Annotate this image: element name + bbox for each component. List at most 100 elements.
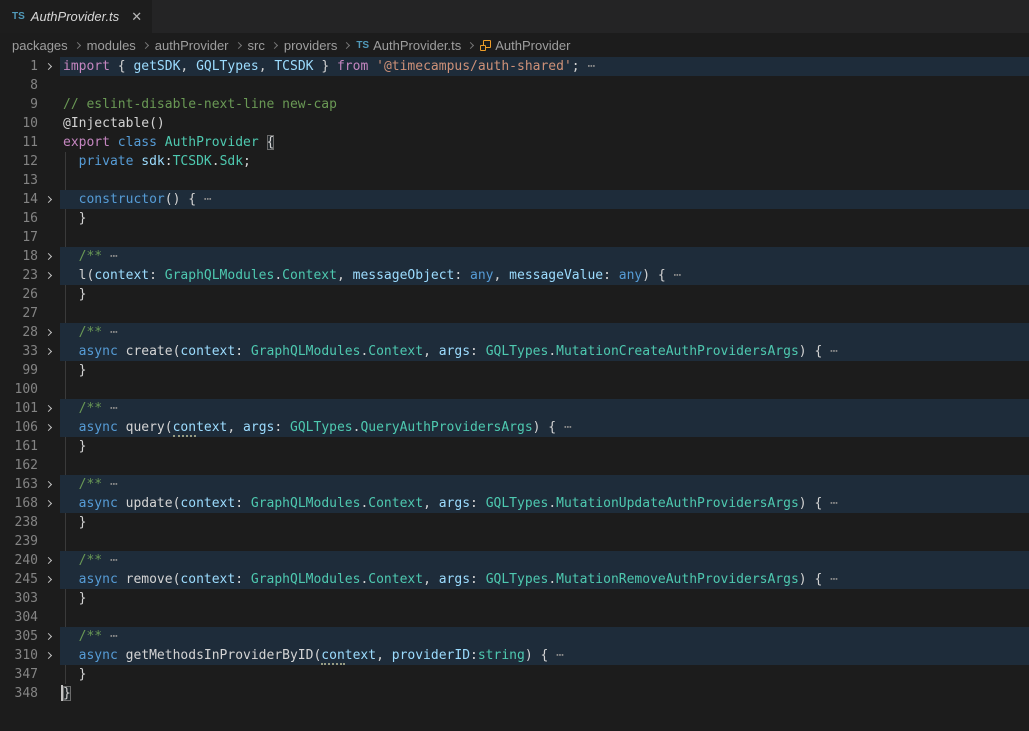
code-line-163[interactable]: 163 /** ⋯ <box>0 475 1029 494</box>
code-line-162[interactable]: 162 <box>0 456 1029 475</box>
code-line-26[interactable]: 26 } <box>0 285 1029 304</box>
code-line-17[interactable]: 17 <box>0 228 1029 247</box>
code-text[interactable] <box>60 608 1029 627</box>
code-line-304[interactable]: 304 <box>0 608 1029 627</box>
code-line-168[interactable]: 168 async update(context: GraphQLModules… <box>0 494 1029 513</box>
code-line-310[interactable]: 310 async getMethodsInProviderByID(conte… <box>0 646 1029 665</box>
fold-chevron-icon[interactable] <box>38 475 60 494</box>
fold-chevron-icon[interactable] <box>38 418 60 437</box>
code-text[interactable]: async query(context, args: GQLTypes.Quer… <box>60 418 1029 437</box>
fold-chevron-icon[interactable] <box>38 247 60 266</box>
folded-code-ellipsis[interactable]: ⋯ <box>102 325 118 340</box>
code-text[interactable]: @Injectable() <box>60 114 1029 133</box>
code-text[interactable]: } <box>60 513 1029 532</box>
code-text[interactable] <box>60 76 1029 95</box>
code-text[interactable] <box>60 456 1029 475</box>
code-text[interactable] <box>60 532 1029 551</box>
folded-code-ellipsis[interactable]: ⋯ <box>196 192 212 207</box>
folded-code-ellipsis[interactable]: ⋯ <box>822 572 838 587</box>
code-text[interactable]: async create(context: GraphQLModules.Con… <box>60 342 1029 361</box>
code-editor[interactable]: 1import { getSDK, GQLTypes, TCSDK } from… <box>0 57 1029 731</box>
code-line-1[interactable]: 1import { getSDK, GQLTypes, TCSDK } from… <box>0 57 1029 76</box>
tab-authprovider[interactable]: TS AuthProvider.ts ✕ <box>0 0 152 33</box>
breadcrumb-item-src[interactable]: src <box>248 38 265 53</box>
fold-chevron-icon[interactable] <box>38 494 60 513</box>
folded-code-ellipsis[interactable]: ⋯ <box>102 553 118 568</box>
code-text[interactable]: /** ⋯ <box>60 323 1029 342</box>
code-line-27[interactable]: 27 <box>0 304 1029 323</box>
code-text[interactable]: // eslint-disable-next-line new-cap <box>60 95 1029 114</box>
fold-chevron-icon[interactable] <box>38 57 60 76</box>
code-line-18[interactable]: 18 /** ⋯ <box>0 247 1029 266</box>
code-line-303[interactable]: 303 } <box>0 589 1029 608</box>
fold-chevron-icon[interactable] <box>38 551 60 570</box>
code-line-28[interactable]: 28 /** ⋯ <box>0 323 1029 342</box>
code-text[interactable]: } <box>60 684 1029 703</box>
code-line-16[interactable]: 16 } <box>0 209 1029 228</box>
fold-chevron-icon[interactable] <box>38 323 60 342</box>
code-text[interactable] <box>60 228 1029 247</box>
code-text[interactable] <box>60 171 1029 190</box>
code-text[interactable]: } <box>60 361 1029 380</box>
breadcrumb-item-providers[interactable]: providers <box>284 38 337 53</box>
folded-code-ellipsis[interactable]: ⋯ <box>666 268 682 283</box>
code-line-8[interactable]: 8 <box>0 76 1029 95</box>
code-line-11[interactable]: 11export class AuthProvider { <box>0 133 1029 152</box>
code-line-305[interactable]: 305 /** ⋯ <box>0 627 1029 646</box>
code-line-100[interactable]: 100 <box>0 380 1029 399</box>
breadcrumb-item-authprovider[interactable]: authProvider <box>155 38 229 53</box>
code-line-33[interactable]: 33 async create(context: GraphQLModules.… <box>0 342 1029 361</box>
breadcrumb-item-authprovider[interactable]: AuthProvider <box>480 38 570 53</box>
fold-chevron-icon[interactable] <box>38 190 60 209</box>
folded-code-ellipsis[interactable]: ⋯ <box>580 59 596 74</box>
code-text[interactable]: async getMethodsInProviderByID(context, … <box>60 646 1029 665</box>
code-text[interactable] <box>60 304 1029 323</box>
code-line-245[interactable]: 245 async remove(context: GraphQLModules… <box>0 570 1029 589</box>
code-text[interactable]: export class AuthProvider { <box>60 133 1029 152</box>
folded-code-ellipsis[interactable]: ⋯ <box>822 496 838 511</box>
fold-chevron-icon[interactable] <box>38 342 60 361</box>
code-text[interactable]: } <box>60 665 1029 684</box>
code-line-240[interactable]: 240 /** ⋯ <box>0 551 1029 570</box>
code-text[interactable]: /** ⋯ <box>60 399 1029 418</box>
folded-code-ellipsis[interactable]: ⋯ <box>102 401 118 416</box>
folded-code-ellipsis[interactable]: ⋯ <box>102 477 118 492</box>
fold-chevron-icon[interactable] <box>38 399 60 418</box>
code-text[interactable]: /** ⋯ <box>60 627 1029 646</box>
code-line-106[interactable]: 106 async query(context, args: GQLTypes.… <box>0 418 1029 437</box>
folded-code-ellipsis[interactable]: ⋯ <box>548 648 564 663</box>
code-line-10[interactable]: 10@Injectable() <box>0 114 1029 133</box>
code-text[interactable]: /** ⋯ <box>60 551 1029 570</box>
code-line-161[interactable]: 161 } <box>0 437 1029 456</box>
folded-code-ellipsis[interactable]: ⋯ <box>556 420 572 435</box>
code-text[interactable]: } <box>60 589 1029 608</box>
code-line-13[interactable]: 13 <box>0 171 1029 190</box>
code-text[interactable]: } <box>60 437 1029 456</box>
code-text[interactable]: /** ⋯ <box>60 475 1029 494</box>
folded-code-ellipsis[interactable]: ⋯ <box>822 344 838 359</box>
code-line-14[interactable]: 14 constructor() { ⋯ <box>0 190 1029 209</box>
code-line-239[interactable]: 239 <box>0 532 1029 551</box>
code-text[interactable]: constructor() { ⋯ <box>60 190 1029 209</box>
fold-chevron-icon[interactable] <box>38 627 60 646</box>
code-text[interactable]: async update(context: GraphQLModules.Con… <box>60 494 1029 513</box>
code-text[interactable]: private sdk:TCSDK.Sdk; <box>60 152 1029 171</box>
close-icon[interactable]: ✕ <box>131 10 142 23</box>
breadcrumb-item-authprovider-ts[interactable]: TSAuthProvider.ts <box>356 38 461 53</box>
fold-chevron-icon[interactable] <box>38 646 60 665</box>
code-line-12[interactable]: 12 private sdk:TCSDK.Sdk; <box>0 152 1029 171</box>
fold-chevron-icon[interactable] <box>38 266 60 285</box>
code-line-347[interactable]: 347 } <box>0 665 1029 684</box>
code-text[interactable] <box>60 380 1029 399</box>
code-line-101[interactable]: 101 /** ⋯ <box>0 399 1029 418</box>
code-line-99[interactable]: 99 } <box>0 361 1029 380</box>
folded-code-ellipsis[interactable]: ⋯ <box>102 249 118 264</box>
code-text[interactable]: } <box>60 285 1029 304</box>
code-text[interactable]: l(context: GraphQLModules.Context, messa… <box>60 266 1029 285</box>
code-line-348[interactable]: 348} <box>0 684 1029 703</box>
code-line-238[interactable]: 238 } <box>0 513 1029 532</box>
code-text[interactable]: } <box>60 209 1029 228</box>
code-line-23[interactable]: 23 l(context: GraphQLModules.Context, me… <box>0 266 1029 285</box>
breadcrumb-item-modules[interactable]: modules <box>87 38 136 53</box>
code-text[interactable]: /** ⋯ <box>60 247 1029 266</box>
